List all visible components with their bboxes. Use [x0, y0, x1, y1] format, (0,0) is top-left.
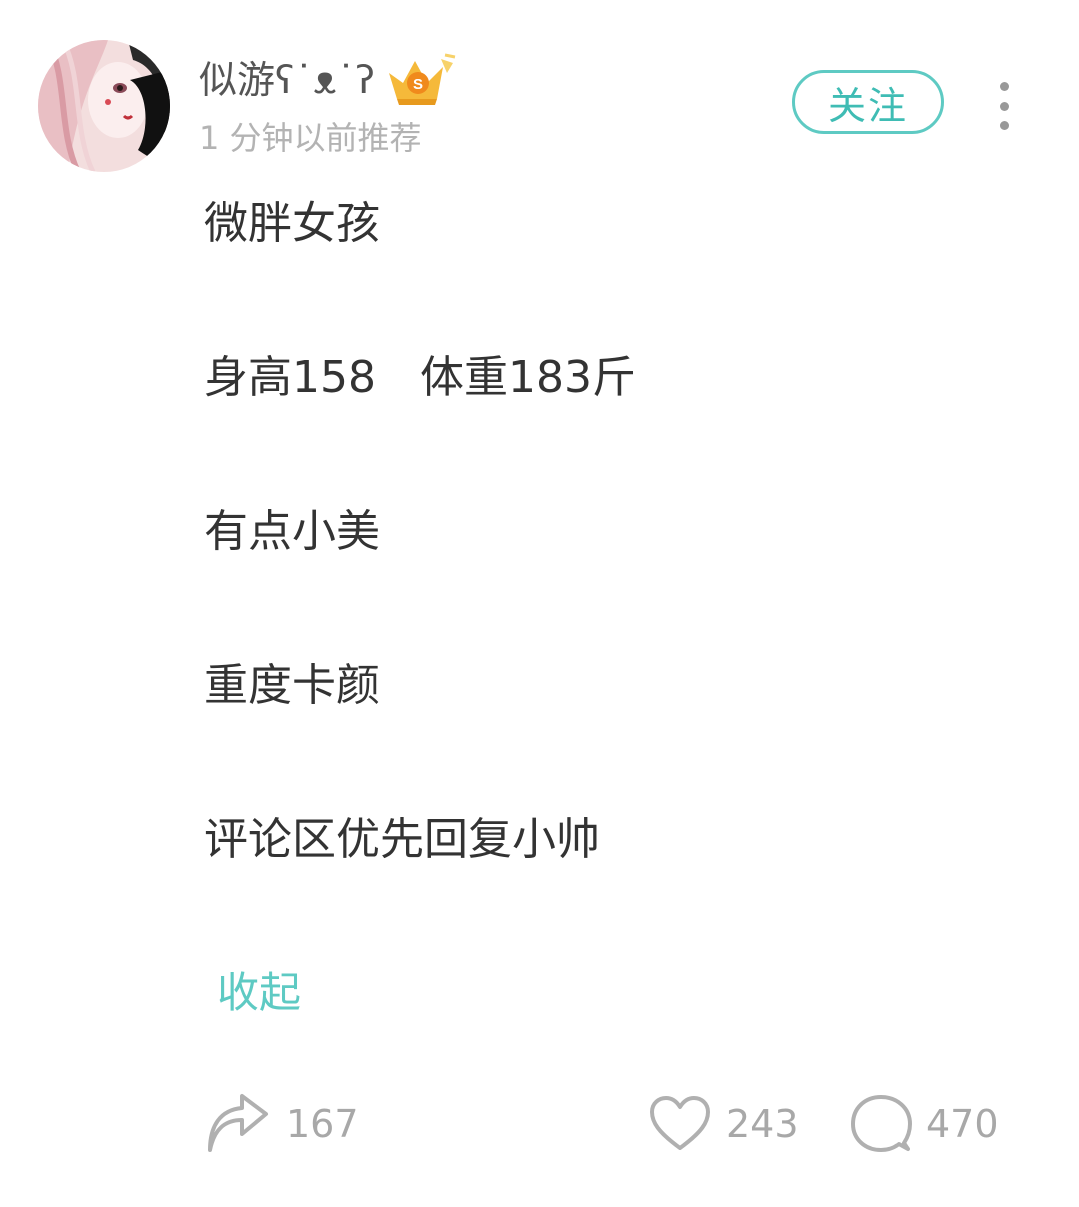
author-row: 似游ʕ˙ᴥ˙ʔ S	[199, 52, 457, 108]
share-button[interactable]: 167	[204, 1088, 359, 1160]
comment-bubble-icon	[851, 1095, 912, 1152]
collapse-link[interactable]: 收起	[217, 972, 301, 1014]
more-dot	[999, 82, 1009, 91]
like-count: 243	[726, 1102, 799, 1146]
post-time: 1 分钟以前推荐	[199, 119, 422, 157]
more-vertical-icon[interactable]	[988, 82, 1020, 130]
comment-count: 470	[926, 1102, 999, 1146]
more-dot	[999, 121, 1009, 130]
post-text-line: 重度卡颜	[204, 660, 380, 711]
avatar[interactable]	[38, 40, 170, 172]
vip-crown-badge-icon: S	[388, 53, 456, 105]
post-text-line: 微胖女孩	[204, 198, 380, 249]
heart-icon	[650, 1096, 710, 1150]
share-arrow-icon	[208, 1094, 268, 1152]
share-count: 167	[286, 1102, 359, 1146]
author-name[interactable]: 似游ʕ˙ᴥ˙ʔ	[199, 61, 375, 99]
comment-button[interactable]: 470	[850, 1088, 999, 1160]
post-text-line: 身高158 体重183斤	[204, 352, 636, 403]
post-text-line: 有点小美	[204, 506, 380, 557]
anime-girl-avatar-image	[38, 40, 170, 172]
like-button[interactable]: 243	[648, 1088, 799, 1160]
svg-text:S: S	[413, 76, 423, 93]
more-dot	[999, 101, 1009, 111]
follow-button[interactable]: 关注	[792, 70, 944, 134]
post-text-line: 评论区优先回复小帅	[204, 814, 600, 865]
